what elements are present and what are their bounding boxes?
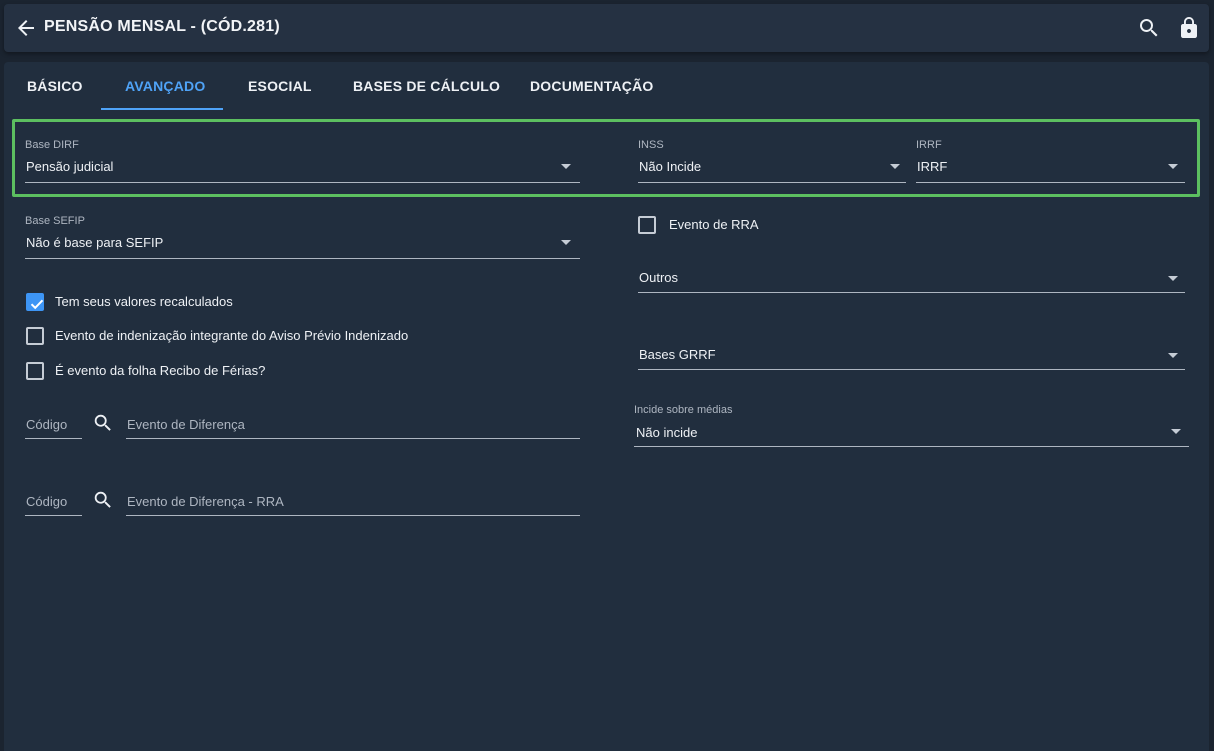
base-sefip-value: Não é base para SEFIP (26, 235, 164, 250)
lock-icon[interactable] (1177, 16, 1201, 40)
field-underline (634, 446, 1189, 447)
base-dirf-value: Pensão judicial (26, 159, 114, 174)
field-underline (25, 515, 82, 516)
chevron-down-icon (561, 164, 571, 169)
search-icon[interactable] (92, 489, 114, 511)
recalculados-checkbox[interactable] (26, 293, 44, 311)
tab-avancado[interactable]: AVANÇADO (125, 78, 205, 94)
tab-documentacao[interactable]: DOCUMENTAÇÃO (530, 78, 653, 94)
irrf-label: IRRF (916, 139, 942, 151)
field-underline (25, 258, 580, 259)
arrow-left-icon[interactable] (14, 16, 38, 40)
main-card: BÁSICO AVANÇADO ESOCIAL BASES DE CÁLCULO… (4, 62, 1209, 751)
chevron-down-icon (1168, 353, 1178, 358)
incide-medias-select[interactable]: Incide sobre médias Não incide (634, 404, 1189, 448)
app-header: PENSÃO MENSAL - (CÓD.281) (4, 4, 1209, 52)
indenizacao-label: Evento de indenização integrante do Avis… (55, 328, 409, 343)
field-underline (25, 182, 580, 183)
chevron-down-icon (1171, 429, 1181, 434)
inss-label: INSS (638, 139, 664, 151)
codigo-input[interactable]: Código (26, 417, 67, 432)
field-underline (916, 182, 1185, 183)
tab-bar: BÁSICO AVANÇADO ESOCIAL BASES DE CÁLCULO… (4, 62, 1209, 110)
search-icon[interactable] (1137, 16, 1161, 40)
incide-medias-value: Não incide (636, 425, 698, 440)
base-sefip-label: Base SEFIP (25, 215, 85, 227)
evento-rra-checkbox[interactable] (638, 216, 656, 234)
chevron-down-icon (1168, 164, 1178, 169)
irrf-select[interactable]: IRRF IRRF (916, 139, 1185, 184)
tab-basico[interactable]: BÁSICO (27, 78, 83, 94)
irrf-value: IRRF (917, 159, 948, 174)
field-underline (638, 369, 1185, 370)
active-tab-indicator (101, 108, 223, 110)
evento-diferenca-input[interactable]: Evento de Diferença (127, 417, 245, 432)
field-underline (126, 438, 580, 439)
outros-select[interactable]: Outros (638, 262, 1185, 294)
inss-select[interactable]: INSS Não Incide (638, 139, 906, 184)
indenizacao-checkbox[interactable] (26, 327, 44, 345)
chevron-down-icon (1168, 276, 1178, 281)
field-underline (126, 515, 580, 516)
field-underline (638, 182, 906, 183)
recibo-ferias-checkbox[interactable] (26, 362, 44, 380)
search-icon[interactable] (92, 412, 114, 434)
field-underline (638, 292, 1185, 293)
incide-medias-label: Incide sobre médias (634, 404, 733, 416)
evento-diferenca-rra-input[interactable]: Evento de Diferença - RRA (127, 494, 284, 509)
recibo-ferias-label: É evento da folha Recibo de Férias? (55, 363, 266, 378)
tab-bases-de-calculo[interactable]: BASES DE CÁLCULO (353, 78, 500, 94)
tab-esocial[interactable]: ESOCIAL (248, 78, 312, 94)
base-dirf-label: Base DIRF (25, 139, 79, 151)
base-sefip-select[interactable]: Base SEFIP Não é base para SEFIP (25, 215, 581, 260)
codigo-rra-input[interactable]: Código (26, 494, 67, 509)
page-title: PENSÃO MENSAL - (CÓD.281) (44, 18, 280, 35)
inss-value: Não Incide (639, 159, 702, 174)
chevron-down-icon (561, 240, 571, 245)
field-underline (25, 438, 82, 439)
bases-grrf-value: Bases GRRF (639, 347, 716, 362)
base-dirf-select[interactable]: Base DIRF Pensão judicial (25, 139, 581, 184)
checkmark-icon (30, 299, 44, 310)
recalculados-label: Tem seus valores recalculados (55, 294, 233, 309)
bases-grrf-select[interactable]: Bases GRRF (638, 339, 1185, 371)
chevron-down-icon (890, 164, 900, 169)
evento-rra-label: Evento de RRA (669, 217, 759, 232)
outros-value: Outros (639, 270, 679, 285)
